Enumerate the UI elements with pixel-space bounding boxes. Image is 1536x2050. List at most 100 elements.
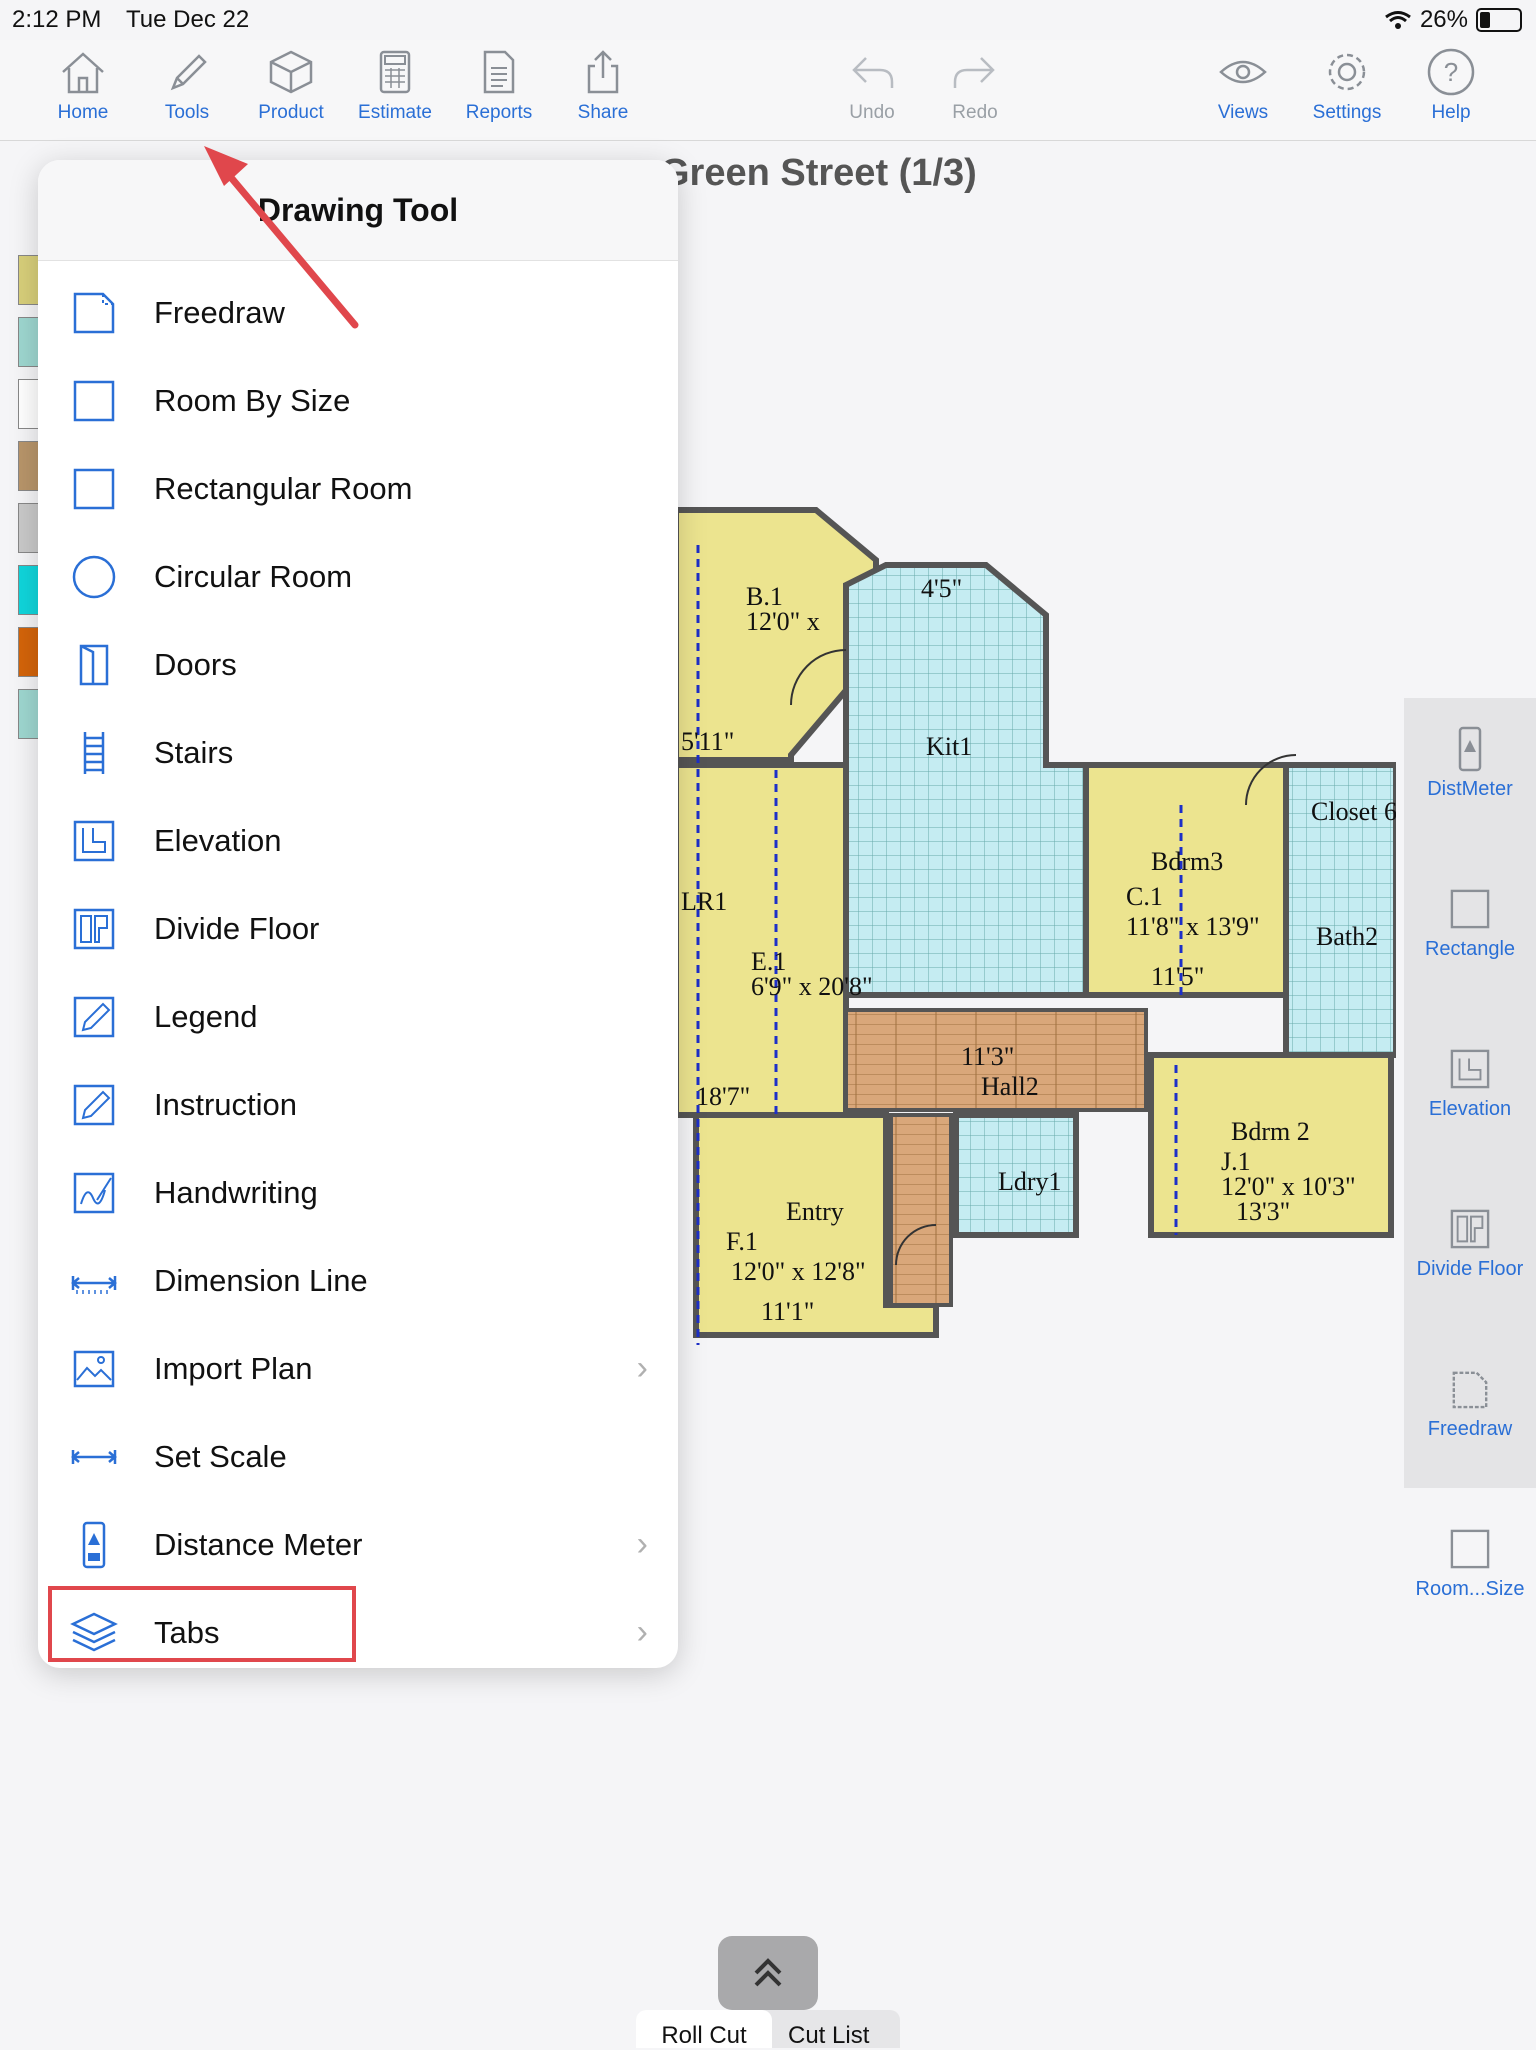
- home-icon: [62, 52, 104, 94]
- cube-icon: [269, 50, 313, 94]
- room-bdrm3[interactable]: [1083, 762, 1289, 998]
- room-kitchen[interactable]: [843, 562, 1089, 998]
- menu-item-label: Set Scale: [154, 1439, 287, 1474]
- tools-label: Tools: [164, 102, 210, 123]
- floor-plan-canvas[interactable]: Kit1 LR1 Bdrm3 Bdrm 2 Bath2 Entry Hall2 …: [676, 505, 1396, 1345]
- menu-item-label: Circular Room: [154, 559, 353, 594]
- settings-button[interactable]: Settings: [1297, 46, 1397, 124]
- freedraw-quick-button[interactable]: Freedraw: [1404, 1366, 1536, 1498]
- menu-item-handwriting[interactable]: Handwriting: [38, 1149, 678, 1237]
- tabs-highlight-annotation: [48, 1586, 356, 1662]
- home-label: Home: [57, 102, 109, 123]
- status-date: Tue Dec 22: [126, 6, 250, 33]
- menu-item-room-by-size[interactable]: Room By Size: [38, 357, 678, 445]
- label-f1: F.1: [726, 1227, 758, 1256]
- quick-label: Freedraw: [1427, 1418, 1513, 1440]
- instruction-icon: [73, 1084, 115, 1126]
- room-by-size-quick-button[interactable]: Room...Size: [1404, 1526, 1536, 1658]
- tab-cut-list[interactable]: Cut List: [788, 2022, 869, 2050]
- circle-icon: [72, 555, 116, 599]
- dim-hall: 11'3": [961, 1042, 1014, 1071]
- menu-item-doors[interactable]: Doors: [38, 621, 678, 709]
- menu-item-divide-floor[interactable]: Divide Floor: [38, 885, 678, 973]
- freedraw-icon: [73, 292, 115, 334]
- redo-button[interactable]: Redo: [925, 46, 1025, 124]
- label-ldry: Ldry1: [998, 1167, 1062, 1196]
- distance-meter-icon: [82, 1521, 106, 1569]
- label-closet6: Closet 6: [1311, 797, 1396, 826]
- reports-label: Reports: [465, 102, 533, 123]
- handwriting-icon: [73, 1172, 115, 1214]
- menu-item-distance-meter[interactable]: Distance Meter ›: [38, 1501, 678, 1589]
- menu-item-set-scale[interactable]: Set Scale: [38, 1413, 678, 1501]
- menu-item-dimension-line[interactable]: Dimension Line: [38, 1237, 678, 1325]
- quick-label: Room...Size: [1415, 1578, 1525, 1600]
- menu-item-import-plan[interactable]: Import Plan ›: [38, 1325, 678, 1413]
- square-icon: [73, 380, 115, 422]
- dim-entry: 12'0" x 12'8": [731, 1257, 866, 1286]
- menu-item-stairs[interactable]: Stairs: [38, 709, 678, 797]
- dim-bdrm3: 11'8" x 13'9": [1126, 912, 1260, 941]
- dim-entry-b: 11'1": [761, 1297, 814, 1326]
- share-label: Share: [577, 102, 629, 123]
- pencil-icon: [170, 54, 207, 91]
- label-entry: Entry: [786, 1197, 844, 1226]
- redo-label: Redo: [952, 102, 998, 123]
- menu-item-label: Stairs: [154, 735, 234, 770]
- product-button[interactable]: Product: [241, 46, 341, 124]
- quick-label: DistMeter: [1427, 778, 1513, 800]
- menu-item-label: Divide Floor: [154, 911, 320, 946]
- freedraw-icon: [1452, 1371, 1488, 1409]
- estimate-button[interactable]: Estimate: [345, 46, 445, 124]
- label-kit: Kit1: [926, 732, 972, 761]
- tab-roll-cut[interactable]: Roll Cut: [636, 2010, 772, 2049]
- distmeter-quick-button[interactable]: DistMeter: [1404, 726, 1536, 858]
- room-closet[interactable]: [889, 1113, 953, 1307]
- image-icon: [73, 1350, 115, 1388]
- divide-floor-icon: [73, 908, 115, 950]
- menu-item-label: Instruction: [154, 1087, 298, 1122]
- help-icon: ?: [1427, 48, 1475, 96]
- menu-item-legend[interactable]: Legend: [38, 973, 678, 1061]
- menu-item-label: Distance Meter: [154, 1527, 363, 1562]
- battery-percent: 26%: [1419, 6, 1468, 33]
- home-button[interactable]: Home: [33, 46, 133, 124]
- menu-item-label: Legend: [154, 999, 258, 1034]
- quick-tools-panel: DistMeter Rectangle Elevation Divide Flo…: [1404, 698, 1536, 1600]
- estimate-label: Estimate: [358, 102, 432, 123]
- share-button[interactable]: Share: [553, 46, 653, 124]
- menu-item-label: Dimension Line: [154, 1263, 368, 1298]
- elevation-quick-button[interactable]: Elevation: [1404, 1046, 1536, 1178]
- room-by-size-icon: [1450, 1529, 1490, 1569]
- menu-item-label: Room By Size: [154, 383, 351, 418]
- rectangle-quick-button[interactable]: Rectangle: [1404, 886, 1536, 1018]
- label-bdrm3: Bdrm3: [1151, 847, 1223, 876]
- chevron-right-icon: ›: [636, 1613, 648, 1651]
- help-button[interactable]: ? Help: [1401, 46, 1501, 124]
- undo-icon: [852, 57, 894, 88]
- status-battery: 26%: [1384, 6, 1522, 34]
- reports-button[interactable]: Reports: [449, 46, 549, 124]
- square-icon: [73, 468, 115, 510]
- chevron-right-icon: ›: [636, 1525, 648, 1563]
- views-button[interactable]: Views: [1193, 46, 1293, 124]
- bottom-tabs: Roll Cut Cut List: [636, 2010, 900, 2050]
- share-icon: [587, 50, 619, 94]
- undo-button[interactable]: Undo: [822, 46, 922, 124]
- menu-item-label: Doors: [154, 647, 237, 682]
- room-lr[interactable]: [676, 762, 849, 1118]
- eye-icon: [1219, 60, 1267, 84]
- menu-item-circular-room[interactable]: Circular Room: [38, 533, 678, 621]
- dim-lr-b: 18'7": [696, 1082, 750, 1111]
- tools-button[interactable]: Tools: [137, 46, 237, 124]
- menu-item-rectangular-room[interactable]: Rectangular Room: [38, 445, 678, 533]
- views-label: Views: [1217, 102, 1269, 123]
- menu-item-instruction[interactable]: Instruction: [38, 1061, 678, 1149]
- menu-item-label: Handwriting: [154, 1175, 318, 1210]
- label-lr: LR1: [681, 887, 727, 916]
- label-bdrm2: Bdrm 2: [1231, 1117, 1310, 1146]
- menu-item-elevation[interactable]: Elevation: [38, 797, 678, 885]
- expand-sheet-button[interactable]: [718, 1936, 818, 2010]
- divide-floor-quick-button[interactable]: Divide Floor: [1404, 1206, 1536, 1338]
- label-hall: Hall2: [981, 1072, 1039, 1101]
